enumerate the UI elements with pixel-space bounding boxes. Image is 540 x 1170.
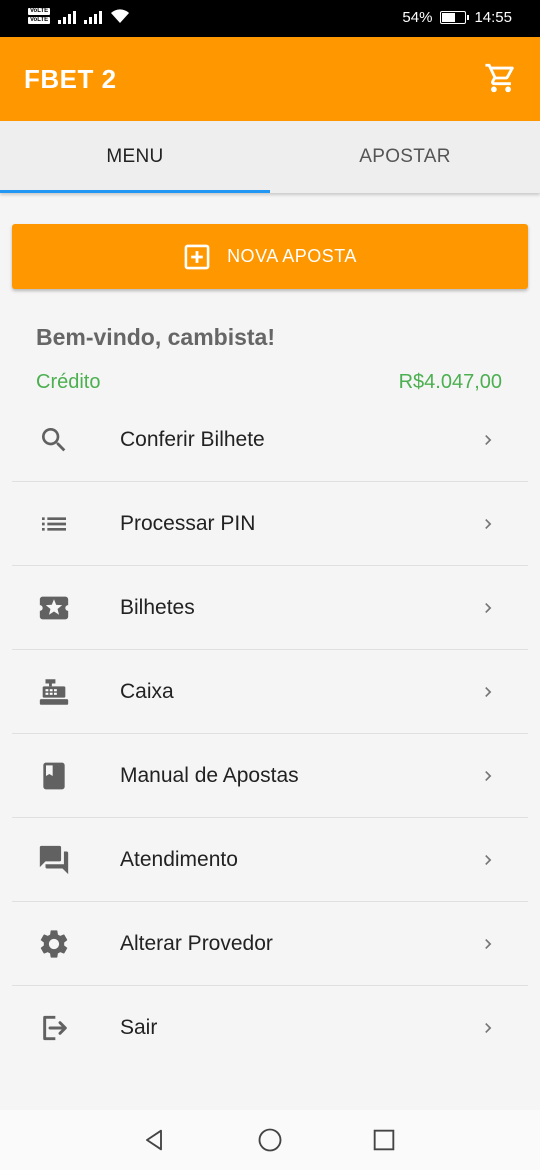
menu-item-conferir-bilhete[interactable]: Conferir Bilhete [12,398,528,482]
menu-item-label: Conferir Bilhete [120,427,265,451]
chevron-right-icon [485,434,492,445]
book-icon [36,758,72,794]
menu-item-alterar-provedor[interactable]: Alterar Provedor [12,902,528,986]
signal-icon [58,8,77,24]
menu-item-label: Sair [120,1016,158,1039]
menu-item-label: Processar PIN [120,511,256,535]
tab-menu[interactable]: MENU [0,121,270,193]
status-right: 54% 14:55 [402,9,512,26]
system-nav-bar [0,1110,540,1170]
status-left: VoLTE VoLTE [28,8,130,24]
clock: 14:55 [474,9,512,26]
menu-item-label: Alterar Provedor [120,931,273,955]
status-bar: VoLTE VoLTE 54% 14:55 [0,0,540,37]
menu-item-manual-de-apostas[interactable]: Manual de Apostas [12,734,528,818]
app-bar: FBET 2 [0,37,540,121]
menu-item-label: Manual de Apostas [120,763,299,787]
welcome-heading: Bem-vindo, cambista! [36,324,275,350]
chevron-right-icon [485,1023,492,1033]
battery-icon [440,11,470,24]
credit-value: R$4.047,00 [398,371,502,393]
chevron-right-icon [485,938,492,949]
chevron-right-icon [485,686,492,697]
wifi-icon [111,9,130,23]
menu-list: Conferir Bilhete Processar PIN Bilhetes [12,398,528,1070]
volte-label-1: VoLTE [28,8,51,15]
menu-item-caixa[interactable]: Caixa [12,650,528,734]
menu-item-label: Atendimento [120,847,238,871]
tab-bar: MENU APOSTAR [0,121,540,193]
cart-icon[interactable] [484,61,518,95]
chevron-right-icon [485,854,492,865]
chat-icon [36,842,72,878]
nova-aposta-label: NOVA APOSTA [227,246,357,266]
menu-item-sair[interactable]: Sair [12,986,528,1070]
back-icon[interactable] [140,1126,168,1154]
gear-icon [36,926,72,962]
list-icon [36,506,72,542]
signal-icon [84,8,103,24]
chevron-right-icon [485,770,492,781]
recents-icon[interactable] [370,1126,398,1154]
add-box-icon [184,244,210,269]
volte-label-2: VoLTE [28,17,51,24]
nova-aposta-button[interactable]: NOVA APOSTA [12,224,528,289]
cash-register-icon [36,674,72,710]
volte-indicators: VoLTE VoLTE [28,8,51,24]
battery-fill [442,13,456,22]
menu-item-bilhetes[interactable]: Bilhetes [12,566,528,650]
menu-item-processar-pin[interactable]: Processar PIN [12,482,528,566]
menu-item-atendimento[interactable]: Atendimento [12,818,528,902]
logout-icon [36,1010,72,1046]
chevron-right-icon [485,602,492,613]
search-icon [36,422,72,458]
menu-item-label: Caixa [120,679,174,703]
app-title: FBET 2 [24,64,117,94]
menu-item-label: Bilhetes [120,595,195,619]
tab-apostar[interactable]: APOSTAR [270,121,540,193]
battery-percent: 54% [402,9,433,26]
credit-label: Crédito [36,371,101,393]
home-icon[interactable] [256,1126,284,1154]
ticket-star-icon [36,590,72,626]
chevron-right-icon [485,518,492,529]
